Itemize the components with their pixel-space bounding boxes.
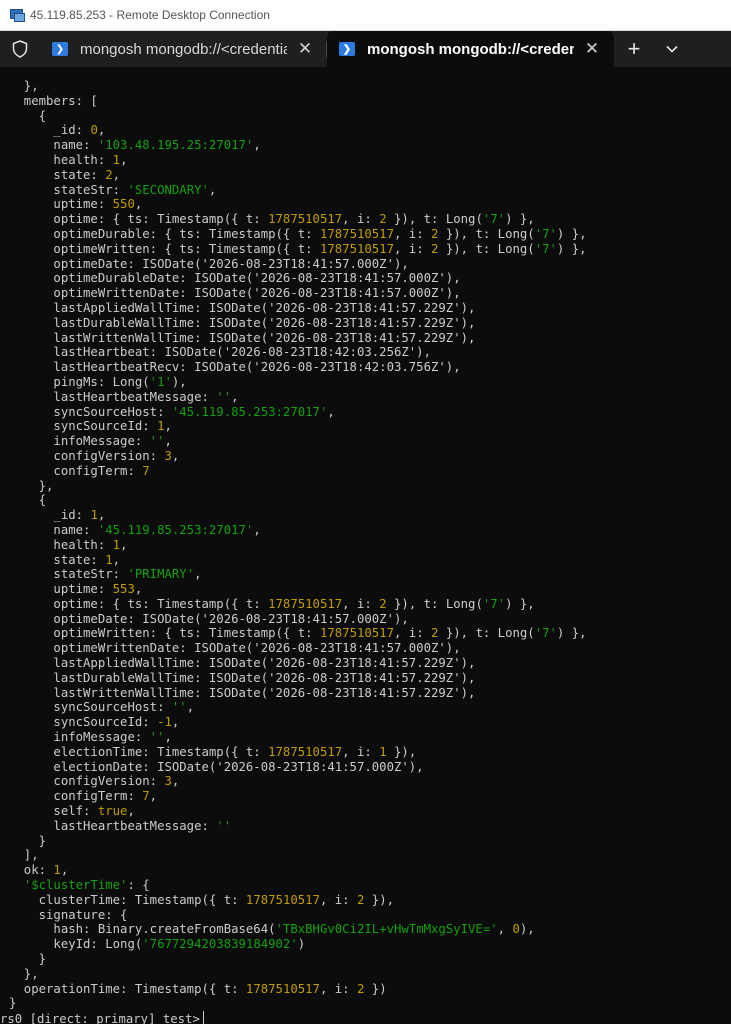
terminal-line: lastWrittenWallTime: ISODate('2026-08-23…	[9, 330, 476, 345]
terminal-line: self: true,	[9, 804, 135, 819]
terminal-line: lastDurableWallTime: ISODate('2026-08-23…	[9, 670, 476, 685]
powershell-icon: ❯	[339, 42, 355, 56]
terminal-line: keyId: Long('7677294203839184902')	[9, 937, 306, 952]
terminal-line: },	[9, 966, 39, 981]
terminal-line: optimeDurableDate: ISODate('2026-08-23T1…	[9, 271, 461, 286]
terminal-line: lastHeartbeatMessage: '',	[9, 389, 239, 404]
terminal-line: pingMs: Long('1'),	[9, 374, 187, 389]
window-title: 45.119.85.253 - Remote Desktop Connectio…	[30, 8, 270, 22]
text-cursor	[202, 1011, 204, 1024]
terminal-line: clusterTime: Timestamp({ t: 1787510517, …	[9, 892, 395, 907]
terminal-line: electionTime: Timestamp({ t: 1787510517,…	[9, 744, 417, 759]
terminal-line: lastHeartbeatMessage: ''	[9, 818, 232, 833]
terminal-line: _id: 0,	[9, 123, 106, 138]
terminal-line: optime: { ts: Timestamp({ t: 1787510517,…	[9, 212, 535, 227]
terminal-line: optimeWrittenDate: ISODate('2026-08-23T1…	[9, 286, 461, 301]
tab-mongosh-2[interactable]: ❯ mongosh mongodb://<credentials>@45.119…	[327, 31, 614, 67]
terminal-tab-bar: ❯ mongosh mongodb://<credentials>@45.119…	[0, 31, 731, 67]
terminal-line: hash: Binary.createFromBase64('TBxBHGv0C…	[9, 922, 535, 937]
terminal-line: lastWrittenWallTime: ISODate('2026-08-23…	[9, 685, 476, 700]
terminal-line: optimeWrittenDate: ISODate('2026-08-23T1…	[9, 641, 461, 656]
terminal-line: {	[9, 493, 47, 508]
terminal-line: members: [	[9, 93, 98, 108]
terminal-line: name: '103.48.195.25:27017',	[9, 138, 261, 153]
terminal-line: lastAppliedWallTime: ISODate('2026-08-23…	[9, 300, 476, 315]
terminal-line: syncSourceHost: '45.119.85.253:27017',	[9, 404, 335, 419]
terminal-line: infoMessage: '',	[9, 730, 172, 745]
terminal-line: }	[9, 833, 47, 848]
powershell-icon: ❯	[52, 42, 68, 56]
terminal-line: optimeDate: ISODate('2026-08-23T18:41:57…	[9, 611, 409, 626]
terminal-line: state: 1,	[9, 552, 121, 567]
prompt-line[interactable]: rs0 [direct: primary] test>	[0, 1011, 731, 1024]
terminal-line: '$clusterTime': {	[23, 878, 150, 893]
terminal-line: configTerm: 7,	[9, 789, 158, 804]
close-icon[interactable]: ✕	[295, 39, 315, 59]
terminal-line: electionDate: ISODate('2026-08-23T18:41:…	[9, 759, 424, 774]
tab-mongosh-1[interactable]: ❯ mongosh mongodb://<credentials>@45.119…	[40, 31, 327, 67]
terminal-line: syncSourceHost: '',	[9, 700, 195, 715]
new-tab-button[interactable]: +	[614, 31, 654, 67]
terminal-line: }	[9, 996, 17, 1011]
terminal-line: stateStr: 'PRIMARY',	[9, 567, 202, 582]
terminal-text: }, members: [ { _id: 0, name: '103.48.19…	[0, 67, 731, 1011]
terminal-line: configVersion: 3,	[9, 448, 180, 463]
shield-icon[interactable]	[0, 31, 40, 67]
terminal-line: syncSourceId: 1,	[9, 419, 172, 434]
terminal-line: uptime: 553,	[9, 582, 143, 597]
terminal-line: syncSourceId: -1,	[9, 715, 180, 730]
terminal-line: stateStr: 'SECONDARY',	[9, 182, 217, 197]
terminal-line: configTerm: 7	[9, 463, 150, 478]
terminal-line: infoMessage: '',	[9, 434, 172, 449]
shell-prompt: rs0 [direct: primary] test>	[0, 1012, 200, 1024]
terminal-line: optimeDurable: { ts: Timestamp({ t: 1787…	[9, 226, 587, 241]
chevron-down-icon[interactable]	[654, 31, 690, 67]
terminal-line: _id: 1,	[9, 508, 106, 523]
remote-desktop-icon	[10, 8, 25, 22]
terminal-line: health: 1,	[9, 152, 128, 167]
terminal-line: uptime: 550,	[9, 197, 143, 212]
terminal-line: lastAppliedWallTime: ISODate('2026-08-23…	[9, 656, 476, 671]
remote-desktop-titlebar[interactable]: 45.119.85.253 - Remote Desktop Connectio…	[0, 0, 731, 31]
terminal-line: optimeWritten: { ts: Timestamp({ t: 1787…	[9, 626, 587, 641]
terminal-line: optimeDate: ISODate('2026-08-23T18:41:57…	[9, 256, 409, 271]
terminal-line: signature: {	[9, 907, 128, 922]
terminal-line: ok: 1,	[9, 863, 69, 878]
terminal-line: optime: { ts: Timestamp({ t: 1787510517,…	[9, 596, 535, 611]
terminal-line: name: '45.119.85.253:27017',	[9, 522, 261, 537]
terminal-line: health: 1,	[9, 537, 128, 552]
terminal-line: }	[9, 952, 47, 967]
terminal-line: },	[9, 478, 54, 493]
terminal-line: lastHeartbeatRecv: ISODate('2026-08-23T1…	[9, 360, 461, 375]
terminal-line: ],	[9, 848, 39, 863]
tab-title: mongosh mongodb://<credentials>@45.119.8…	[367, 40, 574, 58]
terminal-output[interactable]: }, members: [ { _id: 0, name: '103.48.19…	[0, 67, 731, 1024]
terminal-line: {	[9, 108, 47, 123]
terminal-line: optimeWritten: { ts: Timestamp({ t: 1787…	[9, 241, 587, 256]
terminal-line: lastDurableWallTime: ISODate('2026-08-23…	[9, 315, 476, 330]
tab-title: mongosh mongodb://<credentials>@45.119.8…	[80, 40, 287, 58]
terminal-line: },	[9, 79, 39, 93]
close-icon[interactable]: ✕	[582, 39, 602, 59]
terminal-line: state: 2,	[9, 167, 121, 182]
terminal-line: configVersion: 3,	[9, 774, 180, 789]
terminal-line: lastHeartbeat: ISODate('2026-08-23T18:42…	[9, 345, 431, 360]
terminal-line: operationTime: Timestamp({ t: 1787510517…	[9, 981, 387, 996]
